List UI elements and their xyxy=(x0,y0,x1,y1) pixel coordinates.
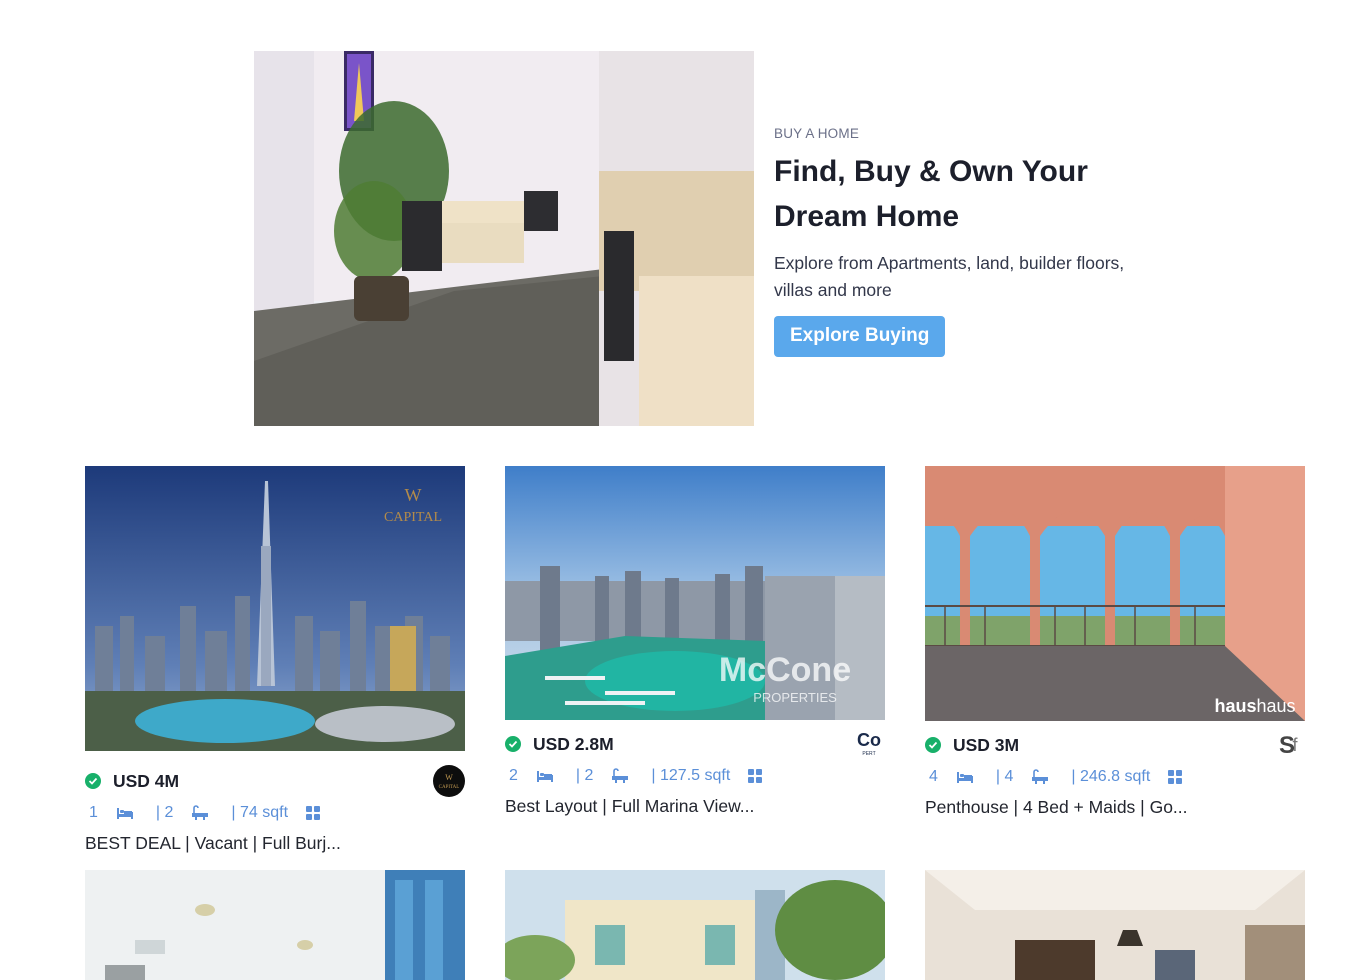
listing-price-row: USD 3M Sf xyxy=(925,729,1305,761)
bedroom-count: 1 xyxy=(89,804,98,821)
listing-title[interactable]: Penthouse | 4 Bed + Maids | Go... xyxy=(925,797,1305,818)
hero-content: BUY A HOME Find, Buy & Own Your Dream Ho… xyxy=(774,126,1174,357)
area-size: | 127.5 sqft xyxy=(651,767,731,784)
svg-text:CAPITAL: CAPITAL xyxy=(439,785,460,790)
svg-text:W: W xyxy=(445,773,453,782)
listing-price: USD 3M xyxy=(953,734,1020,755)
svg-text:f: f xyxy=(1292,735,1298,755)
haus-logo-icon[interactable]: Sf xyxy=(1273,729,1305,761)
bath-icon xyxy=(1031,769,1049,785)
grid-icon xyxy=(306,806,321,820)
listing-title[interactable]: Best Layout | Full Marina View... xyxy=(505,796,885,817)
hero-title-line-2: Dream Home xyxy=(774,200,960,233)
listing-card[interactable]: CAPITAL W USD 4M W CAPITAL 1 | 2 | 74 sqf… xyxy=(85,466,465,854)
svg-text:haushaus: haushaus xyxy=(1214,696,1295,716)
bath-icon xyxy=(191,805,209,821)
listing-photo[interactable]: CAPITAL W xyxy=(85,466,465,751)
bed-icon xyxy=(116,806,134,820)
svg-text:McCone: McCone xyxy=(719,651,851,689)
grid-icon xyxy=(1168,770,1183,784)
capital-logo-icon[interactable]: W CAPITAL xyxy=(433,765,465,797)
listing-specs: 1 | 2 | 74 sqft xyxy=(85,803,465,823)
bathroom-count: | 2 xyxy=(155,804,174,821)
svg-text:CAPITAL: CAPITAL xyxy=(384,510,442,525)
hero-eyebrow: BUY A HOME xyxy=(774,126,860,141)
svg-text:Co: Co xyxy=(857,730,881,750)
explore-buying-button[interactable]: Explore Buying xyxy=(774,316,946,357)
svg-text:W: W xyxy=(405,485,422,505)
listing-photo[interactable] xyxy=(925,870,1305,980)
mccone-logo-icon[interactable]: Co PERT xyxy=(853,728,885,760)
bed-icon xyxy=(956,770,974,784)
area-size: | 74 sqft xyxy=(231,804,289,821)
listing-card[interactable]: haushaus USD 3M Sf 4 | 4 | 246.8 sqft Pe… xyxy=(925,466,1305,818)
bathroom-count: | 2 xyxy=(575,767,594,784)
hero-image xyxy=(254,51,754,426)
hero-title: Find, Buy & Own Your Dream Home xyxy=(774,149,1174,239)
listing-photo[interactable]: haushaus xyxy=(925,466,1305,721)
listing-price: USD 2.8M xyxy=(533,733,614,754)
verified-icon xyxy=(85,773,101,789)
bedroom-count: 4 xyxy=(929,768,938,785)
listing-photo[interactable]: McCone PROPERTIES xyxy=(505,466,885,720)
listing-card[interactable] xyxy=(505,870,885,980)
bath-icon xyxy=(611,768,629,784)
listing-title[interactable]: BEST DEAL | Vacant | Full Burj... xyxy=(85,833,465,854)
listing-card[interactable] xyxy=(925,870,1305,980)
svg-text:PERT: PERT xyxy=(862,751,875,757)
listing-price: USD 4M xyxy=(113,770,180,791)
listing-price-row: USD 2.8M Co PERT xyxy=(505,728,885,760)
hero-title-line-1: Find, Buy & Own Your xyxy=(774,155,1088,188)
bedroom-count: 2 xyxy=(509,767,518,784)
grid-icon xyxy=(748,769,763,783)
listing-specs: 2 | 2 | 127.5 sqft xyxy=(505,766,885,786)
listing-price-row: USD 4M W CAPITAL xyxy=(85,765,465,797)
hero-subtitle: Explore from Apartments, land, builder f… xyxy=(774,253,1125,300)
bathroom-count: | 4 xyxy=(995,768,1014,785)
area-size: | 246.8 sqft xyxy=(1071,768,1151,785)
buy-home-page: BUY A HOME Find, Buy & Own Your Dream Ho… xyxy=(0,0,1369,980)
listing-card[interactable] xyxy=(85,870,465,980)
bed-icon xyxy=(536,769,554,783)
listing-photo[interactable] xyxy=(85,870,465,980)
listing-card[interactable]: McCone PROPERTIES USD 2.8M Co PERT 2 | 2 … xyxy=(505,466,885,817)
verified-icon xyxy=(505,736,521,752)
listing-specs: 4 | 4 | 246.8 sqft xyxy=(925,767,1305,787)
listing-photo[interactable] xyxy=(505,870,885,980)
verified-icon xyxy=(925,737,941,753)
svg-text:PROPERTIES: PROPERTIES xyxy=(753,690,837,705)
